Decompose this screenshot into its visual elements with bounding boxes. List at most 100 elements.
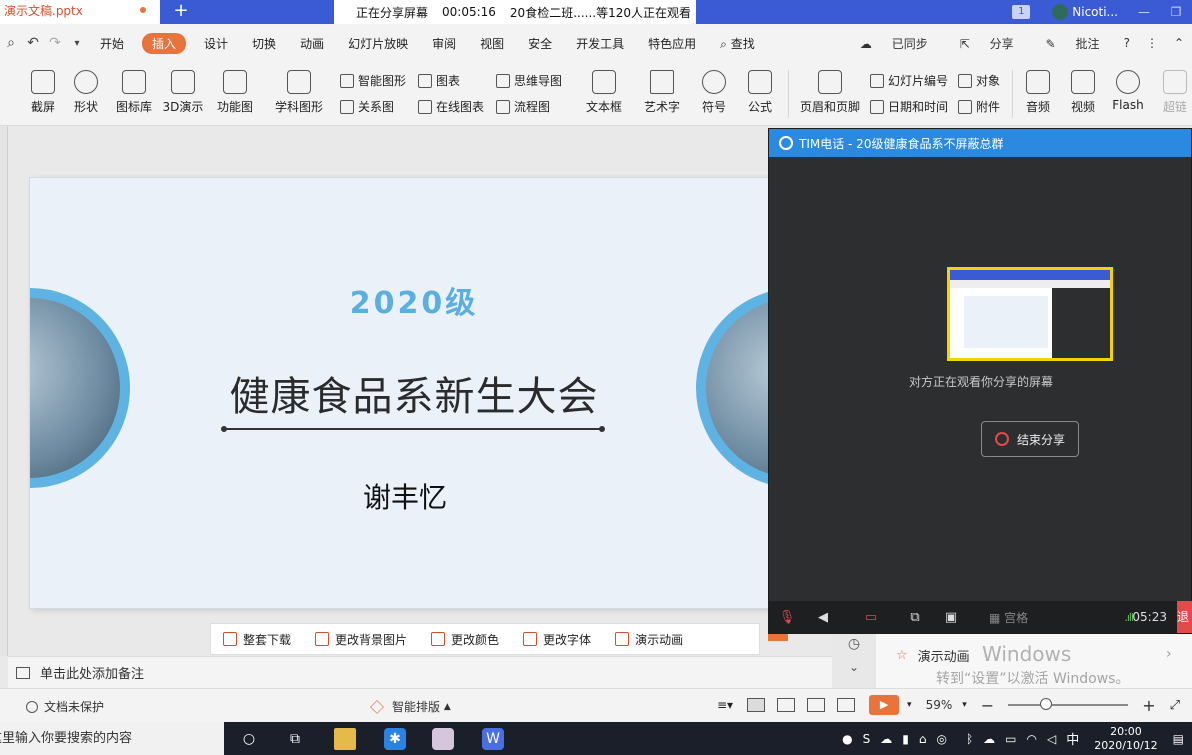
notes-area[interactable]: 单击此处添加备注 [8,656,832,688]
menu-special[interactable]: 特色应用 [636,35,708,52]
science-shape-button[interactable]: 学科图形 [270,62,328,115]
taskbar-search-box[interactable]: 在这里输入你要搜索的内容 [0,722,224,755]
slide-thumbnail-pane[interactable] [0,126,8,656]
menu-developer[interactable]: 开发工具 [564,35,636,52]
menu-home[interactable]: 开始 [88,35,136,52]
menu-review[interactable]: 审阅 [420,35,468,52]
textbox-button[interactable]: 文本框 [580,62,628,115]
tray-network-icon[interactable]: ⌂ [919,732,927,746]
wifi-icon[interactable]: ◠ [1027,732,1037,746]
new-tab-button[interactable]: + [170,0,192,24]
symbol-button[interactable]: 符号 [696,62,732,115]
more-icon[interactable]: ⋮ [1138,36,1166,50]
zoom-out-icon[interactable]: − [981,696,994,715]
tray-app-icon[interactable]: ● [842,732,852,746]
onedrive-icon[interactable]: ☁ [983,732,995,746]
grid-view-button[interactable]: ▦ 宫格 [989,609,1028,626]
task-view-icon[interactable]: ⧉ [284,728,306,750]
taskbar-clock[interactable]: 20:00 2020/10/12 [1094,725,1157,753]
app-avatar-icon[interactable] [432,728,454,750]
history-icon[interactable]: ◷ [832,636,876,652]
undo-icon[interactable]: ↶ [22,35,44,51]
wechat-icon[interactable]: ◎ [936,732,946,746]
smart-layout-button[interactable]: 智能排版 ▲ [370,698,451,715]
presenter-view-icon[interactable] [837,698,856,712]
play-dropdown-icon[interactable]: ▾ [907,700,912,710]
chevron-right-icon[interactable]: › [1166,646,1172,662]
chart-button[interactable]: 图表 [418,72,460,89]
speaker-icon[interactable]: ◀ [805,610,841,625]
menu-transition[interactable]: 切换 [240,35,288,52]
demo-3d-button[interactable]: 3D演示 [162,62,204,115]
end-share-button[interactable]: 结束分享 [981,421,1079,457]
fit-window-icon[interactable]: ⤢ [1170,698,1180,713]
smart-shape-button[interactable]: 智能图形 [340,72,406,89]
menu-design[interactable]: 设计 [192,35,240,52]
cortana-icon[interactable]: ○ [238,728,260,750]
camera-off-icon[interactable]: ▭ [853,610,889,625]
datetime-button[interactable]: 日期和时间 [870,98,948,115]
menu-view[interactable]: 视图 [468,35,516,52]
menu-insert[interactable]: 插入 [142,32,187,54]
redo-icon[interactable]: ↷ [44,35,66,51]
screen-share-icon[interactable]: ⧉ [897,610,933,625]
menu-security[interactable]: 安全 [516,35,564,52]
screenshot-button[interactable]: 截屏 [26,62,60,115]
slide-presenter-name[interactable]: 谢丰忆 [30,476,770,516]
wps-icon[interactable]: W [482,728,504,750]
minimize-icon[interactable]: — [1128,5,1160,19]
attachment-button[interactable]: 附件 [958,98,1000,115]
quit-call-button[interactable]: 退 [1177,601,1192,633]
document-protection-status[interactable]: 文档未保护 [26,698,104,715]
task-pane-animation-item[interactable]: ☆ 演示动画 [896,646,970,665]
presentation-icon[interactable]: ▣ [933,610,969,625]
slide-number-button[interactable]: 幻灯片编号 [870,72,948,89]
zoom-level[interactable]: 59% [926,698,953,712]
tray-s-icon[interactable]: S [863,732,871,746]
audio-button[interactable]: 音频 [1020,62,1056,115]
user-avatar[interactable] [1052,4,1069,20]
user-name[interactable]: Nicoti... [1072,5,1118,19]
relation-chart-button[interactable]: 关系图 [340,98,394,115]
zoom-slider-thumb[interactable] [1040,698,1053,710]
collapse-ribbon-icon[interactable]: ⌃ [1166,36,1192,50]
collapse-icon[interactable]: ⌄ [832,660,876,674]
download-set-button[interactable]: 整套下载 [211,631,303,648]
comment-button[interactable]: ✎ 批注 [1030,35,1116,52]
function-chart-button[interactable]: 功能图 [212,62,258,115]
bluetooth-icon[interactable]: ᛒ [966,732,973,746]
demo-animation-button[interactable]: 演示动画 [603,631,695,648]
wordart-button[interactable]: 艺术字 [638,62,686,115]
normal-view-icon[interactable] [747,698,766,712]
flowchart-button[interactable]: 流程图 [496,98,550,115]
restore-icon[interactable]: ❐ [1160,5,1192,19]
reading-view-icon[interactable] [807,698,826,712]
notes-toggle-icon[interactable]: ≡▾ [717,698,733,712]
share-button[interactable]: ⇱ 分享 [944,35,1030,52]
play-slideshow-button[interactable]: ▶ [869,695,900,715]
notification-icon[interactable]: ▤ [1173,732,1184,746]
quick-access-dropdown-icon[interactable]: ▾ [66,38,88,49]
battery-icon[interactable]: ▭ [1005,732,1016,746]
page-badge[interactable]: 1 [1012,5,1031,19]
zoom-dropdown-icon[interactable]: ▾ [962,700,967,710]
help-icon[interactable]: ? [1116,36,1138,50]
video-button[interactable]: 视频 [1064,62,1102,115]
change-background-button[interactable]: 更改背景图片 [303,631,419,648]
volume-icon[interactable]: ◁ [1047,732,1056,746]
tim-title-bar[interactable]: TIM电话 - 20级健康食品系不屏蔽总群 [769,129,1191,157]
online-chart-button[interactable]: 在线图表 [418,98,484,115]
ime-indicator[interactable]: 中 [1066,729,1079,748]
slide-sorter-icon[interactable] [777,698,796,712]
change-font-button[interactable]: 更改字体 [511,631,603,648]
mic-muted-icon[interactable]: 🎙 [769,610,805,625]
slide-title[interactable]: 健康食品系新生大会 [30,364,770,422]
zoom-in-icon[interactable]: + [1142,696,1155,715]
document-tab[interactable]: 演示文稿.pptx [0,0,160,24]
change-color-button[interactable]: 更改颜色 [419,631,511,648]
tray-cloud-icon[interactable]: ☁ [880,732,892,746]
flash-button[interactable]: Flash [1110,62,1146,112]
app-star-icon[interactable]: ✱ [384,728,406,750]
hyperlink-button[interactable]: 超链 [1158,62,1192,115]
menu-slideshow[interactable]: 幻灯片放映 [336,35,420,52]
